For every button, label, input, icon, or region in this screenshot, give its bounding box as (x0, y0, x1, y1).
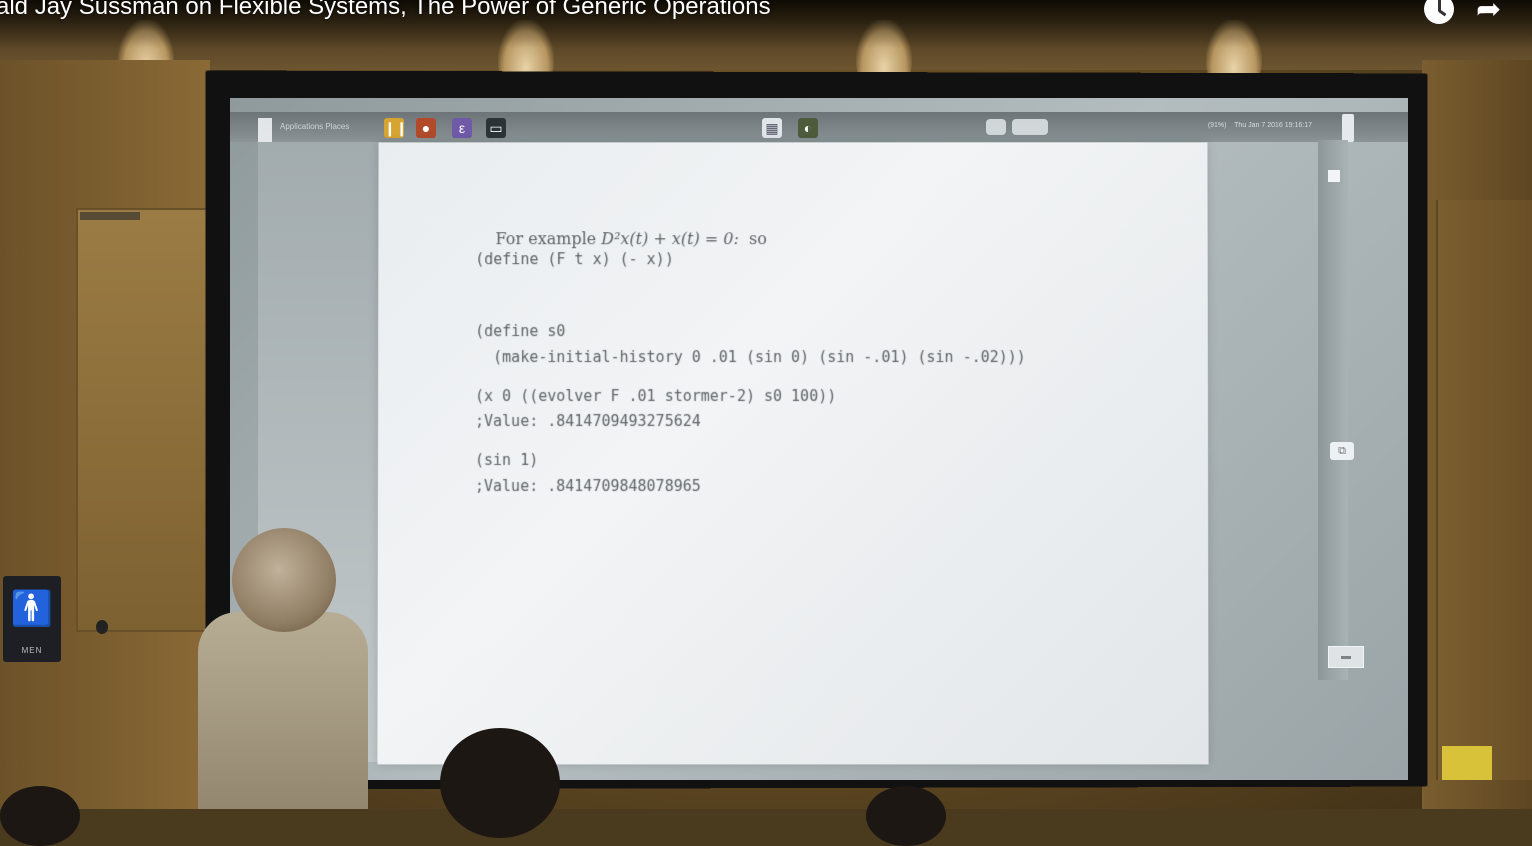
right-wall-frame (1436, 200, 1532, 780)
system-tray-icon[interactable] (1012, 119, 1048, 135)
emacs-icon[interactable]: ε (452, 118, 472, 138)
restroom-icon: 🚹 MEN (3, 576, 61, 662)
clock-datetime[interactable]: Thu Jan 7 2016 19:16:17 (1234, 122, 1312, 129)
code-line: (make-initial-history 0 .01 (sin 0) (sin… (475, 348, 1026, 367)
restroom-sign-label: MEN (21, 646, 43, 655)
dock-window-icon[interactable]: ⧉ (1330, 442, 1354, 460)
code-line: (sin 1) (474, 451, 539, 470)
battery-percent: (91%) (1207, 122, 1227, 129)
dock-bottom-button[interactable]: ▬ (1328, 646, 1364, 668)
image-viewer-icon[interactable]: ▦ (762, 118, 782, 138)
battery-status: (91%) Thu Jan 7 2016 19:16:17 (1208, 122, 1312, 129)
share-arrow-icon[interactable]: ➦ (1476, 0, 1501, 27)
desktop-top-panel: Applications Places ❙❙ ● ε ▭ ▦ ◐ (91%) T… (230, 112, 1408, 142)
intro-prefix: For example (495, 229, 602, 249)
network-tray-icon[interactable] (986, 119, 1006, 135)
pause-icon[interactable]: ❙❙ (384, 118, 407, 138)
audience-head (440, 728, 560, 838)
presenter-head (232, 528, 336, 632)
video-title[interactable]: ald Jay Sussman on Flexible Systems, The… (0, 0, 771, 21)
slide-page: For example D²x(t) + x(t) = 0: so (defin… (377, 142, 1209, 765)
audience-head (0, 786, 80, 846)
presenter-body (198, 612, 368, 809)
dock-button[interactable] (1328, 170, 1340, 182)
document-viewer-icon[interactable]: ◐ (798, 118, 818, 138)
code-line: (define s0 (475, 322, 566, 341)
sticky-note (1442, 746, 1492, 780)
wall-switch (96, 620, 108, 634)
equation: D²x(t) + x(t) = 0: (601, 229, 739, 249)
wall-panel-label (80, 212, 140, 220)
wall-panel (76, 208, 214, 632)
code-line: (define (F t x) (- x)) (475, 250, 674, 269)
code-output: ;Value: .8414709848078965 (474, 477, 701, 496)
browser-icon[interactable]: ● (416, 118, 436, 138)
right-dock (1318, 140, 1348, 680)
audience-head (866, 786, 946, 846)
applications-places-menu[interactable]: Applications Places (280, 122, 349, 131)
panel-end-button[interactable] (1342, 114, 1354, 142)
code-line: (x 0 ((evolver F .01 stormer-2) s0 100)) (475, 387, 837, 406)
intro-suffix: so (738, 229, 767, 249)
code-output: ;Value: .8414709493275624 (475, 412, 701, 431)
terminal-icon[interactable]: ▭ (486, 118, 506, 138)
